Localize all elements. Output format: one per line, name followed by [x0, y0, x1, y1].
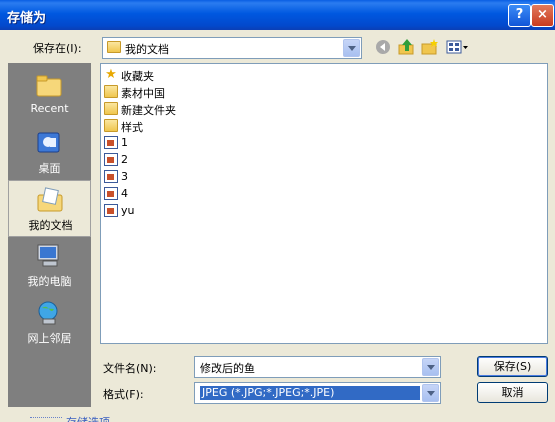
favorites-star-icon: ★ — [105, 67, 117, 82]
chevron-down-icon[interactable] — [343, 39, 360, 57]
file-name: 1 — [121, 136, 128, 149]
save-options-link[interactable]: 存储选项 — [66, 414, 110, 422]
save-in-label: 保存在(I): — [33, 42, 82, 55]
file-name: 3 — [121, 170, 128, 183]
file-name: 4 — [121, 187, 128, 200]
format-dropdown[interactable]: JPEG (*.JPG;*.JPEG;*.JPE) — [194, 382, 441, 404]
save-button[interactable]: 保存(S) — [477, 356, 548, 377]
my-documents-icon — [36, 187, 64, 213]
file-name: 新建文件夹 — [121, 104, 176, 117]
chevron-down-icon[interactable] — [422, 358, 439, 376]
my-documents-icon — [107, 41, 121, 53]
folder-icon — [104, 85, 118, 98]
image-file-icon — [104, 170, 118, 183]
file-name: 样式 — [121, 121, 143, 134]
place-my-documents-label: 我的文档 — [28, 219, 73, 232]
dialog-title: 存储为 — [7, 11, 47, 26]
file-name: 收藏夹 — [121, 70, 154, 83]
save-in-value: 我的文档 — [125, 43, 169, 56]
filename-input[interactable]: 修改后的鱼 — [194, 356, 441, 378]
place-network-label: 网上邻居 — [27, 332, 72, 345]
image-file-icon — [104, 136, 118, 149]
back-icon[interactable] — [375, 39, 393, 55]
image-file-icon — [104, 204, 118, 217]
view-menu-icon[interactable] — [446, 39, 470, 55]
places-bar: Recent 桌面 我的文档 我的电脑 网上邻居 — [8, 63, 91, 407]
options-divider — [30, 417, 62, 418]
network-icon — [35, 300, 63, 326]
place-network[interactable]: 网上邻居 — [8, 294, 91, 351]
my-computer-icon — [35, 243, 63, 269]
image-file-icon — [104, 187, 118, 200]
help-button[interactable]: ? — [508, 4, 531, 27]
recent-folder-icon — [35, 72, 63, 98]
place-desktop-label: 桌面 — [38, 162, 61, 175]
new-folder-icon[interactable] — [421, 39, 439, 55]
place-my-computer-label: 我的电脑 — [27, 275, 72, 288]
file-name: 2 — [121, 153, 128, 166]
place-recent-label: Recent — [30, 102, 69, 115]
save-in-dropdown[interactable]: 我的文档 — [102, 37, 362, 59]
chevron-down-icon[interactable] — [422, 384, 439, 402]
place-recent[interactable]: Recent — [8, 66, 91, 123]
cancel-button[interactable]: 取消 — [477, 382, 548, 403]
file-name: 素材中国 — [121, 87, 165, 100]
filename-label: 文件名(N): — [103, 362, 157, 375]
folder-icon — [104, 119, 118, 132]
image-file-icon — [104, 153, 118, 166]
close-button[interactable]: × — [531, 4, 554, 27]
format-value: JPEG (*.JPG;*.JPEG;*.JPE) — [200, 386, 420, 400]
place-my-documents[interactable]: 我的文档 — [8, 180, 91, 237]
place-desktop[interactable]: 桌面 — [8, 124, 91, 181]
desktop-icon — [35, 130, 63, 156]
filename-value: 修改后的鱼 — [200, 362, 255, 375]
up-folder-icon[interactable] — [398, 39, 416, 55]
title-bar[interactable]: 存储为 ? × — [0, 0, 555, 30]
save-as-dialog: 存储为 ? × 保存在(I): 我的文档 Recent 桌面 我的文档 我的电脑… — [0, 0, 555, 422]
folder-icon — [104, 102, 118, 115]
file-list[interactable]: ★ 收藏夹 素材中国 新建文件夹 样式 1 2 3 4 yu — [100, 63, 548, 344]
format-label: 格式(F): — [103, 388, 144, 401]
place-my-computer[interactable]: 我的电脑 — [8, 237, 91, 294]
file-name: yu — [121, 204, 135, 217]
